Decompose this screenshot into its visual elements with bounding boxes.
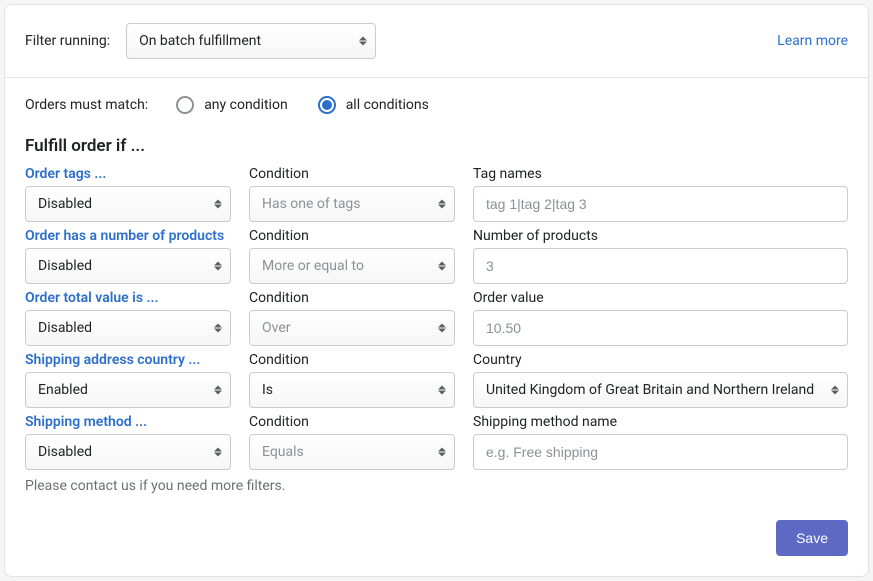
- filter-row-shipping-country: Shipping address country ... Enabled Con…: [25, 352, 848, 408]
- card-header: Filter running: On batch fulfillment Lea…: [5, 5, 868, 78]
- enabled-select[interactable]: Disabled: [25, 248, 231, 284]
- enabled-select[interactable]: Disabled: [25, 434, 231, 470]
- radio-all-conditions[interactable]: all conditions: [318, 96, 429, 114]
- match-radio-group: any condition all conditions: [176, 96, 429, 114]
- updown-icon: [438, 324, 446, 333]
- updown-icon: [214, 448, 222, 457]
- updown-icon: [438, 448, 446, 457]
- condition-label: Condition: [249, 414, 455, 430]
- filter-row-number-products: Order has a number of products Disabled …: [25, 228, 848, 284]
- value-label: Tag names: [473, 166, 848, 182]
- condition-label: Condition: [249, 352, 455, 368]
- updown-icon: [214, 200, 222, 209]
- radio-any-label: any condition: [204, 97, 288, 113]
- tag-names-input[interactable]: [473, 186, 848, 222]
- filter-running-group: Filter running: On batch fulfillment: [25, 23, 376, 59]
- enabled-select[interactable]: Disabled: [25, 310, 231, 346]
- updown-icon: [214, 324, 222, 333]
- match-row: Orders must match: any condition all con…: [25, 96, 848, 114]
- condition-select[interactable]: Equals: [249, 434, 455, 470]
- value-label: Number of products: [473, 228, 848, 244]
- filter-row-shipping-method: Shipping method ... Disabled Condition E…: [25, 414, 848, 470]
- updown-icon: [214, 262, 222, 271]
- updown-icon: [359, 37, 367, 46]
- condition-select[interactable]: Is: [249, 372, 455, 408]
- condition-select[interactable]: More or equal to: [249, 248, 455, 284]
- condition-label: Condition: [249, 166, 455, 182]
- radio-icon: [176, 96, 194, 114]
- filter-title-link[interactable]: Shipping method ...: [25, 414, 231, 430]
- value-label: Order value: [473, 290, 848, 306]
- card-body: Orders must match: any condition all con…: [5, 78, 868, 576]
- section-title: Fulfill order if ...: [25, 136, 848, 156]
- radio-any-condition[interactable]: any condition: [176, 96, 288, 114]
- enabled-select[interactable]: Enabled: [25, 372, 231, 408]
- filter-title-link[interactable]: Order has a number of products: [25, 228, 231, 244]
- condition-label: Condition: [249, 290, 455, 306]
- save-button[interactable]: Save: [776, 520, 848, 556]
- radio-icon: [318, 96, 336, 114]
- shipping-method-input[interactable]: [473, 434, 848, 470]
- order-value-input[interactable]: [473, 310, 848, 346]
- settings-card: Filter running: On batch fulfillment Lea…: [4, 4, 869, 577]
- updown-icon: [438, 262, 446, 271]
- updown-icon: [831, 386, 839, 395]
- help-text: Please contact us if you need more filte…: [25, 478, 848, 494]
- filter-row-total-value: Order total value is ... Disabled Condit…: [25, 290, 848, 346]
- updown-icon: [438, 200, 446, 209]
- filter-running-label: Filter running:: [25, 33, 110, 49]
- updown-icon: [438, 386, 446, 395]
- learn-more-link[interactable]: Learn more: [777, 33, 848, 49]
- filter-running-select[interactable]: On batch fulfillment: [126, 23, 376, 59]
- enabled-select[interactable]: Disabled: [25, 186, 231, 222]
- match-label: Orders must match:: [25, 97, 148, 113]
- value-label: Country: [473, 352, 848, 368]
- country-select[interactable]: United Kingdom of Great Britain and Nort…: [473, 372, 848, 408]
- filter-title-link[interactable]: Order total value is ...: [25, 290, 231, 306]
- updown-icon: [214, 386, 222, 395]
- number-products-input[interactable]: [473, 248, 848, 284]
- condition-label: Condition: [249, 228, 455, 244]
- radio-all-label: all conditions: [346, 97, 429, 113]
- condition-select[interactable]: Has one of tags: [249, 186, 455, 222]
- value-label: Shipping method name: [473, 414, 848, 430]
- footer: Save: [25, 520, 848, 556]
- filter-title-link[interactable]: Order tags ...: [25, 166, 231, 182]
- filter-running-value: On batch fulfillment: [139, 33, 261, 49]
- condition-select[interactable]: Over: [249, 310, 455, 346]
- filter-title-link[interactable]: Shipping address country ...: [25, 352, 231, 368]
- filter-row-order-tags: Order tags ... Disabled Condition Has on…: [25, 166, 848, 222]
